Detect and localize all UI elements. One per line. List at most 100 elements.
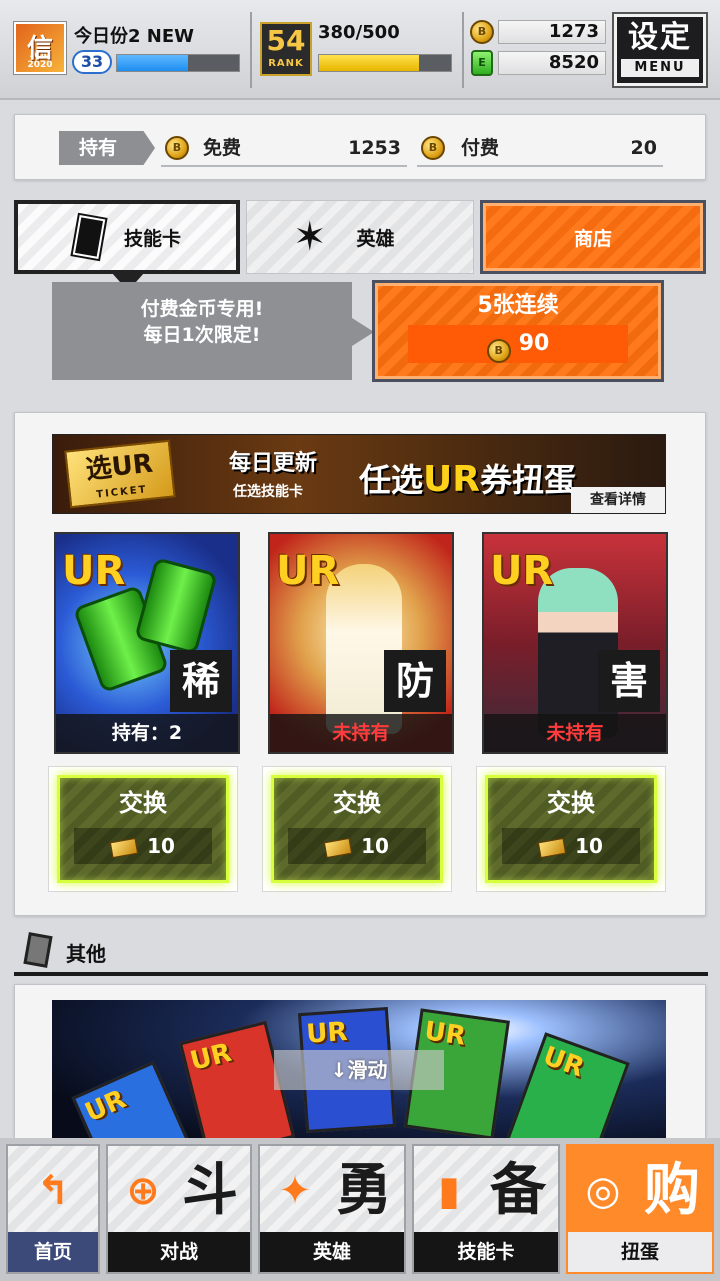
others-label: 其他 <box>66 942 106 966</box>
exchange-label: 交换 <box>333 789 381 817</box>
coin-icon: B <box>165 136 189 160</box>
level-badge: 33 <box>72 50 112 74</box>
exchange-slot-3: 交换 10 <box>476 766 666 892</box>
banner-daily: 每日更新 <box>229 451 318 476</box>
player-avatar[interactable]: 信 App 2020 <box>14 22 66 74</box>
rarity-label: UR <box>62 548 126 594</box>
view-details-button[interactable]: 查看详情 <box>571 487 665 513</box>
exchange-button[interactable]: 交换 10 <box>57 775 229 883</box>
menu-label: MENU <box>621 59 699 77</box>
free-coins-field: B 免费 1253 <box>161 131 407 167</box>
tab-label: 英雄 <box>356 227 395 250</box>
stamina-value: 380/500 <box>318 22 400 43</box>
owned-count: 未持有 <box>484 714 666 752</box>
hero-icon: ✦ <box>278 1168 312 1214</box>
ur-ticket-icon <box>109 837 139 858</box>
ur-ticket-icon <box>537 837 567 858</box>
banner-pick-skill: 任选技能卡 <box>233 484 303 500</box>
divider <box>250 12 252 88</box>
nav-glyph: 勇 <box>336 1158 392 1223</box>
coin-icon: B <box>470 20 494 44</box>
info-line-1: 付费金币专用! <box>140 298 264 320</box>
others-section-header: 其他 <box>14 932 708 976</box>
nav-label: 对战 <box>108 1232 250 1272</box>
ticket-text: 选UR <box>84 448 155 486</box>
holdings-panel: 持有 B 免费 1253 B 付费 20 <box>14 114 706 180</box>
divider <box>462 12 464 88</box>
exchange-button[interactable]: 交换 10 <box>485 775 657 883</box>
tab-skill-cards[interactable]: 技能卡 <box>14 200 240 274</box>
top-status-bar: 信 App 2020 今日份2 NEW 33 54 RANK 380/500 B… <box>0 0 720 100</box>
card-type: 防 <box>384 650 446 712</box>
settings-menu-button[interactable]: 设定 MENU <box>614 14 706 86</box>
exchange-slot-2: 交换 10 <box>262 766 452 892</box>
gem-icon: E <box>471 50 493 76</box>
cards-icon: ▮ <box>437 1168 460 1214</box>
info-line-2: 每日1次限定! <box>143 324 261 346</box>
banner-headline: 任选UR券扭蛋 <box>359 455 576 501</box>
nav-gacha[interactable]: ◎ 购 扭蛋 <box>566 1144 714 1274</box>
ur-card-1[interactable]: UR 稀 持有：2 <box>54 532 240 754</box>
hero-icon: ✶ <box>293 214 327 260</box>
rarity-label: UR <box>276 548 340 594</box>
nav-label: 英雄 <box>260 1232 404 1272</box>
nav-label: 扭蛋 <box>568 1232 712 1272</box>
nav-glyph: 备 <box>490 1158 546 1223</box>
exchange-price: 10 <box>288 828 426 864</box>
ur-ticket-banner[interactable]: 选UR TICKET 每日更新 任选技能卡 任选UR券扭蛋 查看详情 <box>52 434 666 514</box>
rarity-label: UR <box>490 548 554 594</box>
card-type: 稀 <box>170 650 232 712</box>
section-divider <box>14 972 708 976</box>
pull-title: 5张连续 <box>477 293 559 318</box>
rank-badge: 54 RANK <box>260 22 312 76</box>
holdings-tag: 持有 <box>59 131 155 165</box>
gamepad-icon: ⊕ <box>126 1168 160 1214</box>
coin-icon: B <box>486 339 511 363</box>
tab-shop[interactable]: 商店 <box>480 200 706 274</box>
pull-cost-value: 90 <box>518 331 550 356</box>
gacha-icon: ◎ <box>585 1168 621 1214</box>
free-label: 免费 <box>203 137 242 159</box>
ur-ticket-icon: 选UR TICKET <box>64 439 176 509</box>
exchange-price: 10 <box>74 828 212 864</box>
pull-cost: B 90 <box>408 325 628 363</box>
ur-card-3[interactable]: UR 害 未持有 <box>482 532 668 754</box>
owned-count: 未持有 <box>270 714 452 752</box>
coin-balance: 1273 <box>498 20 606 44</box>
rank-label: RANK <box>268 58 304 69</box>
home-icon: ↰ <box>36 1168 70 1214</box>
card-icon <box>72 215 106 259</box>
scroll-hint: ↓滑动 <box>274 1050 444 1090</box>
nav-heroes[interactable]: ✦ 勇 英雄 <box>258 1144 406 1274</box>
xp-bar-fill <box>117 55 188 71</box>
ur-card-2[interactable]: UR 防 未持有 <box>268 532 454 754</box>
exchange-label: 交换 <box>547 789 595 817</box>
exchange-label: 交换 <box>119 789 167 817</box>
nav-label: 首页 <box>8 1232 98 1272</box>
card-icon <box>23 932 53 968</box>
gacha-info-bubble: 付费金币专用! 每日1次限定! <box>52 282 374 380</box>
paid-coins-field: B 付费 20 <box>417 131 663 167</box>
owned-count: 持有：2 <box>56 714 238 752</box>
rank-number: 54 <box>266 24 306 57</box>
five-pull-button[interactable]: 5张连续 B 90 <box>372 280 664 382</box>
exchange-button[interactable]: 交换 10 <box>271 775 443 883</box>
stamina-bar <box>318 54 452 72</box>
tab-label: 商店 <box>573 227 612 250</box>
price-value: 10 <box>361 834 389 858</box>
nav-glyph: 斗 <box>182 1158 238 1223</box>
tab-label: 技能卡 <box>124 227 182 250</box>
paid-label: 付费 <box>461 137 500 159</box>
exchange-price: 10 <box>502 828 640 864</box>
nav-skill-cards[interactable]: ▮ 备 技能卡 <box>412 1144 560 1274</box>
headline-ur: UR <box>423 459 480 500</box>
nav-home[interactable]: ↰ 首页 <box>6 1144 100 1274</box>
mini-card: UR <box>71 1060 203 1150</box>
price-value: 10 <box>575 834 603 858</box>
player-name: 今日份2 NEW <box>74 26 195 47</box>
nav-label: 技能卡 <box>414 1232 558 1272</box>
tab-heroes[interactable]: ✶ 英雄 <box>246 200 474 274</box>
mini-card: UR <box>504 1032 630 1150</box>
nav-battle[interactable]: ⊕ 斗 对战 <box>106 1144 252 1274</box>
card-type: 害 <box>598 650 660 712</box>
